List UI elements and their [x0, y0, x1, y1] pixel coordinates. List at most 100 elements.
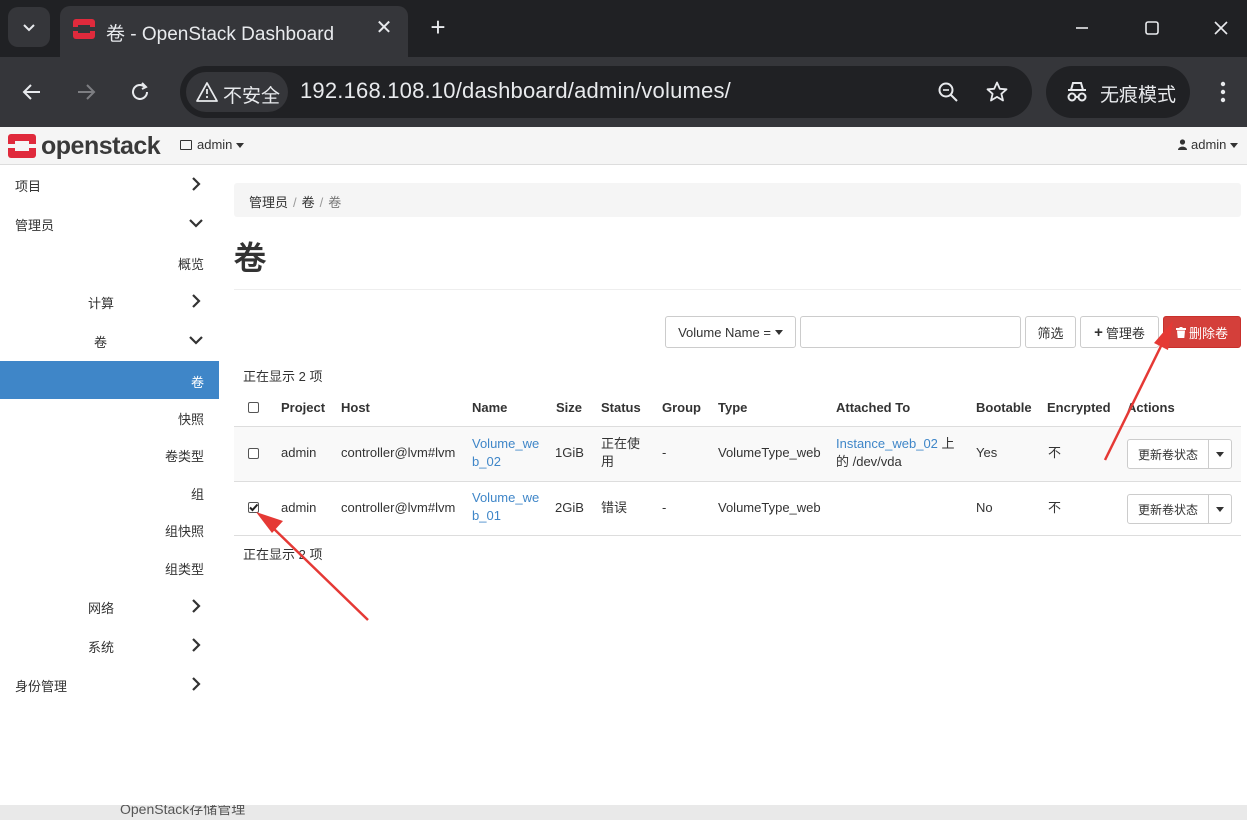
sidebar-item-volume-group[interactable]: 卷: [0, 321, 219, 359]
delete-volume-button[interactable]: 删除卷: [1163, 316, 1241, 348]
delete-button-label: 删除卷: [1188, 325, 1228, 341]
back-arrow-icon[interactable]: [14, 74, 50, 110]
cell-name-link[interactable]: Volume_we b_02: [472, 435, 539, 471]
name-line-1: Volume_we: [472, 490, 540, 505]
insecure-label: 不安全: [223, 86, 281, 107]
attached-instance-link[interactable]: Instance_web_02: [836, 436, 938, 451]
cell-host: controller@lvm#lvm: [341, 500, 456, 515]
column-header-size[interactable]: Size: [556, 400, 582, 415]
sidebar-item-compute[interactable]: 计算: [0, 282, 219, 320]
cell-bootable: Yes: [976, 445, 998, 460]
column-header-name[interactable]: Name: [472, 400, 507, 415]
column-header-actions: Actions: [1127, 400, 1175, 415]
name-line-2: b_01: [472, 508, 501, 523]
cell-type: VolumeType_web: [718, 500, 821, 515]
caret-down-icon: [1216, 451, 1224, 457]
column-header-project[interactable]: Project: [281, 400, 325, 415]
name-line-2: b_02: [472, 454, 501, 469]
bookmark-star-icon[interactable]: [983, 78, 1011, 106]
filter-input[interactable]: [800, 316, 1021, 348]
reload-icon[interactable]: [122, 74, 158, 110]
close-window-icon[interactable]: [1201, 12, 1241, 44]
column-header-group[interactable]: Group: [662, 400, 701, 415]
caret-down-icon: [1230, 143, 1239, 149]
row-checkbox-checked[interactable]: [248, 502, 259, 513]
row-action-dropdown[interactable]: [1208, 494, 1232, 524]
logo-text: openstack: [41, 132, 161, 160]
project-switcher[interactable]: admin: [180, 137, 245, 152]
action-label: 更新卷状态: [1137, 447, 1198, 462]
status-line-1: 正在使: [601, 436, 641, 451]
filter-field-dropdown[interactable]: Volume Name =: [665, 316, 796, 348]
openstack-navbar: openstack admin admin: [0, 127, 1247, 165]
user-name: admin: [1191, 137, 1227, 152]
chevron-right-icon: [192, 677, 201, 691]
sidebar-item-label: 计算: [88, 296, 115, 311]
sidebar-item-label: 组类型: [165, 562, 205, 577]
sidebar-item-label: 概览: [178, 257, 205, 272]
cell-encrypted: 不: [1048, 500, 1062, 515]
incognito-label: 无痕模式: [1100, 85, 1177, 106]
sidebar-item-volume-types[interactable]: 卷类型: [0, 435, 219, 473]
forward-arrow-icon[interactable]: [68, 74, 104, 110]
maximize-icon[interactable]: [1132, 12, 1172, 44]
row-checkbox[interactable]: [248, 448, 259, 459]
zoom-search-icon[interactable]: [934, 78, 962, 106]
sidebar-item-volumes[interactable]: 卷: [0, 361, 219, 399]
caret-down-icon: [236, 143, 245, 149]
minimize-icon[interactable]: [1062, 12, 1102, 44]
filter-button-label: 筛选: [1037, 325, 1064, 341]
sidebar-item-label: 卷类型: [165, 449, 205, 464]
cell-status: 正在使 用: [601, 435, 640, 471]
url-text[interactable]: 192.168.108.10/dashboard/admin/volumes/: [300, 78, 731, 104]
sidebar-item-identity[interactable]: 身份管理: [0, 665, 219, 703]
breadcrumb-item[interactable]: 管理员: [249, 195, 288, 210]
user-icon: [1178, 139, 1187, 150]
browser-tab-active[interactable]: 卷 - OpenStack Dashboard ✕: [60, 6, 408, 57]
openstack-logo[interactable]: openstack: [8, 132, 161, 160]
sidebar-item-groups[interactable]: 组: [0, 473, 219, 511]
column-header-status[interactable]: Status: [601, 400, 641, 415]
user-menu[interactable]: admin: [1178, 137, 1239, 152]
tab-close-icon[interactable]: ✕: [372, 16, 396, 40]
cell-project: admin: [281, 500, 317, 515]
attached-suffix: 上: [937, 436, 955, 451]
column-header-host[interactable]: Host: [341, 400, 370, 415]
select-all-checkbox[interactable]: [248, 402, 259, 413]
sidebar-item-group-snapshots[interactable]: 组快照: [0, 510, 219, 548]
cell-name-link[interactable]: Volume_we b_01: [472, 489, 539, 525]
sidebar-item-snapshots[interactable]: 快照: [0, 398, 219, 436]
sidebar-item-label: 系统: [88, 640, 115, 655]
caret-down-icon: [774, 329, 783, 335]
sidebar-item-system[interactable]: 系统: [0, 626, 219, 664]
address-bar[interactable]: 不安全 192.168.108.10/dashboard/admin/volum…: [180, 66, 1032, 118]
filter-button[interactable]: 筛选: [1025, 316, 1076, 348]
sidebar-item-admin[interactable]: 管理员: [0, 204, 219, 242]
cell-status: 错误: [601, 500, 628, 515]
sidebar-item-overview[interactable]: 概览: [0, 243, 219, 281]
breadcrumb-item[interactable]: 卷: [302, 195, 315, 210]
column-header-attached-to[interactable]: Attached To: [836, 400, 910, 415]
column-header-type[interactable]: Type: [718, 400, 747, 415]
sidebar-item-network[interactable]: 网络: [0, 587, 219, 625]
update-volume-status-button[interactable]: 更新卷状态: [1127, 439, 1209, 469]
chevron-right-icon: [192, 294, 201, 308]
column-header-bootable[interactable]: Bootable: [976, 400, 1032, 415]
cell-project: admin: [281, 445, 317, 460]
tab-search-button[interactable]: [8, 7, 50, 47]
sidebar-item-label: 项目: [15, 179, 42, 194]
breadcrumb: 管理员 / 卷 / 卷: [234, 183, 1241, 217]
incognito-indicator[interactable]: 无痕模式: [1046, 66, 1190, 118]
more-menu-icon[interactable]: [1208, 74, 1238, 110]
action-label: 更新卷状态: [1137, 502, 1198, 517]
title-divider: [234, 289, 1241, 290]
sidebar-item-label: 身份管理: [15, 679, 68, 694]
update-volume-status-button[interactable]: 更新卷状态: [1127, 494, 1209, 524]
tab-title: 卷 - OpenStack Dashboard: [106, 24, 335, 45]
column-header-encrypted[interactable]: Encrypted: [1047, 400, 1111, 415]
sidebar-item-group-types[interactable]: 组类型: [0, 548, 219, 586]
sidebar-item-project[interactable]: 项目: [0, 165, 219, 203]
row-action-dropdown[interactable]: [1208, 439, 1232, 469]
manage-volume-button[interactable]: + 管理卷: [1080, 316, 1159, 348]
new-tab-icon[interactable]: +: [424, 12, 452, 42]
